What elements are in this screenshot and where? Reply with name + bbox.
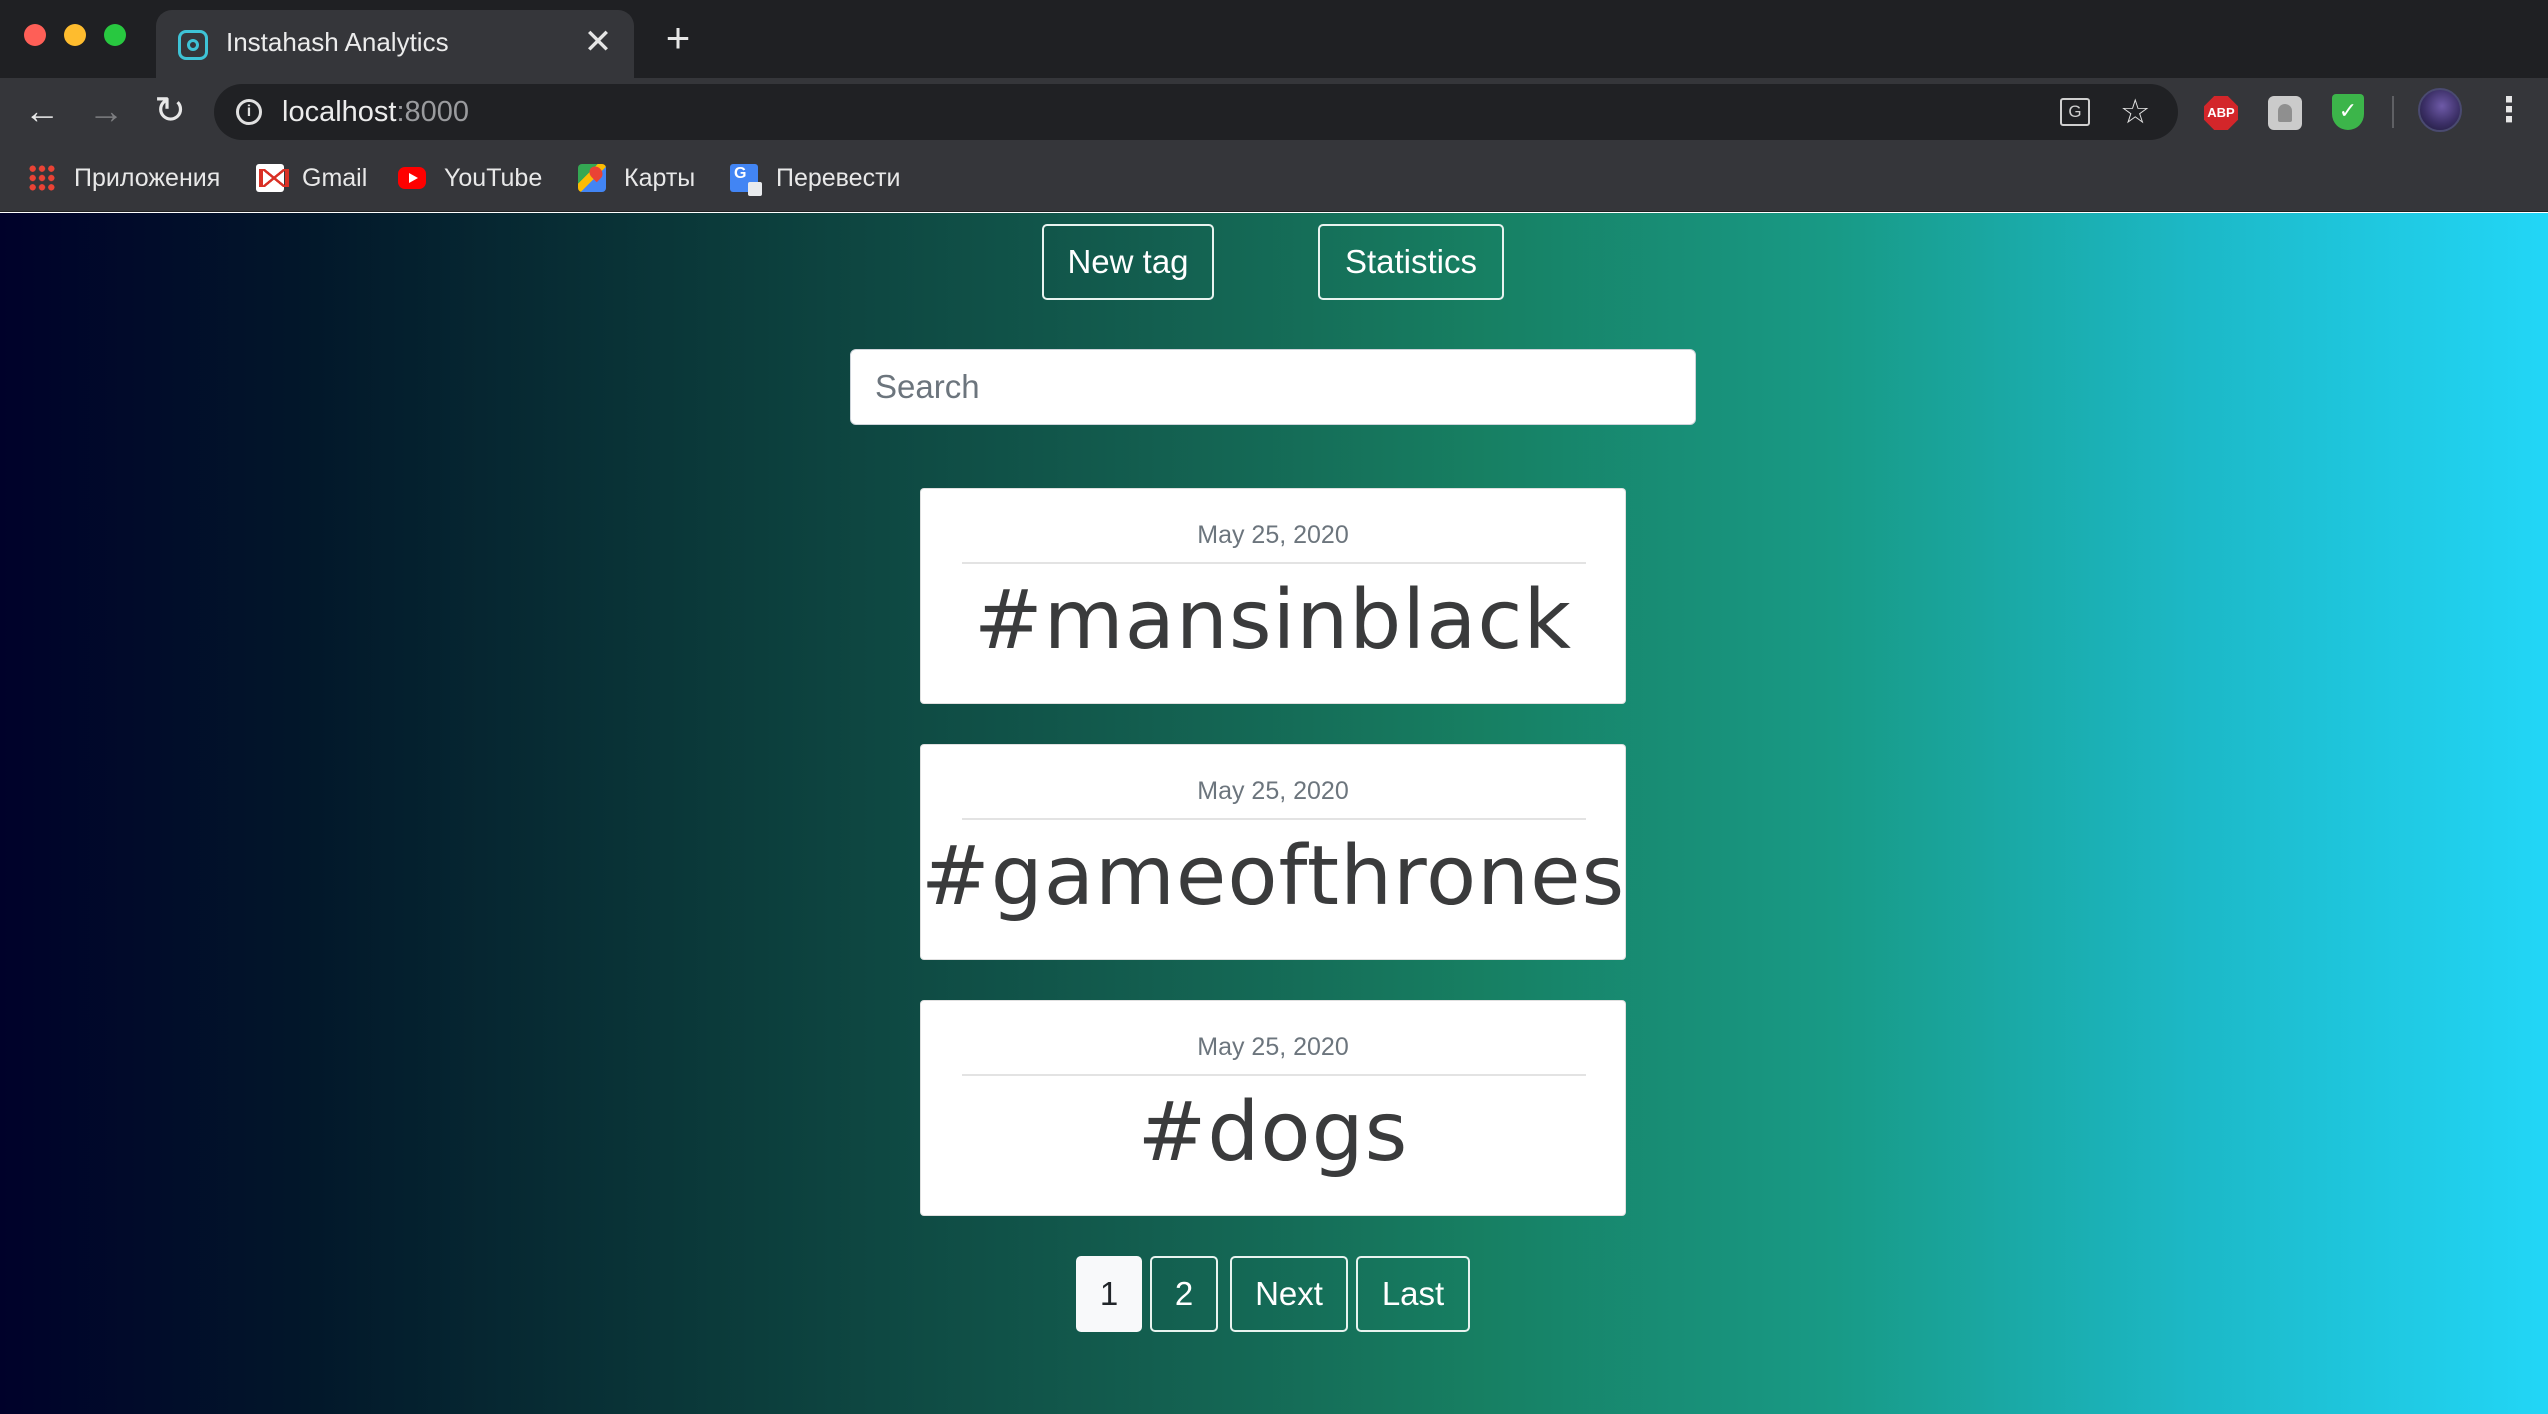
pagination-page-2[interactable]: 2 bbox=[1150, 1256, 1218, 1332]
card-date: May 25, 2020 bbox=[1197, 1033, 1349, 1061]
card-divider bbox=[962, 1074, 1586, 1076]
card-hashtag: #gameofthrones bbox=[921, 829, 1626, 924]
url-port: :8000 bbox=[396, 96, 470, 128]
search-input[interactable] bbox=[850, 349, 1696, 425]
tab-close-icon[interactable]: ✕ bbox=[580, 24, 616, 60]
bookmarks-bar: Приложения Gmail YouTube Карты Перевести bbox=[0, 144, 2548, 212]
apps-grid-icon bbox=[28, 164, 56, 192]
page-translate-icon[interactable]: G bbox=[2060, 98, 2090, 126]
pagination-last-button[interactable]: Last bbox=[1356, 1256, 1470, 1332]
bookmark-label: Перевести bbox=[776, 163, 901, 192]
bookmark-label: Приложения bbox=[74, 163, 221, 192]
back-arrow-icon[interactable]: ← bbox=[20, 89, 64, 133]
reload-icon[interactable]: ↻ bbox=[148, 89, 192, 133]
bookmark-label: Карты bbox=[624, 163, 696, 192]
maps-icon bbox=[578, 164, 606, 192]
bookmark-youtube[interactable]: YouTube bbox=[398, 160, 542, 196]
pagination-page-1[interactable]: 1 bbox=[1076, 1256, 1142, 1332]
tab-title: Instahash Analytics bbox=[226, 27, 449, 57]
site-info-icon[interactable]: i bbox=[236, 99, 262, 125]
bookmark-label: Gmail bbox=[302, 163, 368, 192]
hashtag-card[interactable]: May 25, 2020 #dogs bbox=[920, 1000, 1626, 1216]
adblock-plus-icon[interactable]: ABP bbox=[2204, 96, 2238, 130]
hashtag-card[interactable]: May 25, 2020 #gameofthrones bbox=[920, 744, 1626, 960]
forward-arrow-icon[interactable]: → bbox=[84, 89, 128, 133]
bookmark-gmail[interactable]: Gmail bbox=[256, 160, 367, 196]
pagination-next-button[interactable]: Next bbox=[1230, 1256, 1348, 1332]
kebab-menu-icon[interactable]: ⋮ bbox=[2492, 90, 2526, 130]
bookmark-maps[interactable]: Карты bbox=[578, 160, 695, 196]
youtube-icon bbox=[398, 167, 426, 189]
window-close-button[interactable] bbox=[24, 24, 46, 46]
page-viewport: New tag Statistics May 25, 2020 #mansinb… bbox=[0, 213, 2548, 1414]
address-bar[interactable]: i localhost:8000 G ☆ bbox=[214, 84, 2178, 140]
bookmark-translate[interactable]: Перевести bbox=[730, 160, 901, 196]
browser-tabstrip: Instahash Analytics ✕ + bbox=[0, 0, 2548, 78]
hashtag-card[interactable]: May 25, 2020 #mansinblack bbox=[920, 488, 1626, 704]
shield-check-icon[interactable]: ✓ bbox=[2332, 94, 2364, 130]
card-divider bbox=[962, 818, 1586, 820]
window-zoom-button[interactable] bbox=[104, 24, 126, 46]
browser-toolbar: ← → ↻ i localhost:8000 G ☆ ABP ✓ ⋮ bbox=[0, 78, 2548, 144]
url-host: localhost bbox=[282, 96, 397, 128]
url-text: localhost:8000 bbox=[282, 96, 469, 129]
card-date: May 25, 2020 bbox=[1197, 777, 1349, 805]
card-hashtag: #dogs bbox=[1137, 1085, 1409, 1180]
card-date: May 25, 2020 bbox=[1197, 521, 1349, 549]
browser-tab[interactable]: Instahash Analytics ✕ bbox=[156, 10, 634, 78]
card-divider bbox=[962, 562, 1586, 564]
card-hashtag: #mansinblack bbox=[974, 573, 1572, 668]
new-tab-button[interactable]: + bbox=[660, 17, 696, 59]
statistics-button[interactable]: Statistics bbox=[1318, 224, 1504, 300]
gmail-icon bbox=[256, 164, 289, 192]
profile-avatar[interactable] bbox=[2418, 88, 2462, 132]
new-tag-button[interactable]: New tag bbox=[1042, 224, 1214, 300]
translate-icon bbox=[730, 164, 762, 196]
toolbar-divider bbox=[2392, 96, 2394, 128]
bookmark-star-icon[interactable]: ☆ bbox=[2120, 92, 2150, 132]
bookmark-apps[interactable]: Приложения bbox=[28, 160, 220, 196]
extension-hand-icon[interactable] bbox=[2268, 96, 2302, 130]
window-minimize-button[interactable] bbox=[64, 24, 86, 46]
bookmark-label: YouTube bbox=[444, 163, 543, 192]
instagram-favicon-icon bbox=[178, 30, 208, 60]
